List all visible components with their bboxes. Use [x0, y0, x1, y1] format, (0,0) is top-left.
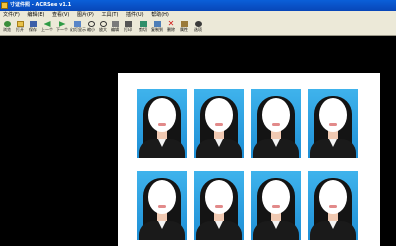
id-photo [137, 171, 187, 240]
previous-button[interactable]: 上一个 [40, 21, 54, 34]
id-photo [194, 89, 244, 158]
toolbar-label: 复制到 [151, 27, 163, 32]
options-button[interactable]: 选项 [191, 21, 205, 34]
id-photo [308, 89, 358, 158]
toolbar-label: 幻灯显示 [70, 27, 86, 32]
save-button[interactable]: 保存 [26, 21, 40, 34]
next-button[interactable]: 下一个 [55, 21, 69, 34]
app-icon [1, 2, 8, 9]
menu-file[interactable]: 文件(F) [3, 11, 20, 20]
toolbar-label: 打开 [16, 27, 24, 32]
menu-help[interactable]: 帮助(H) [151, 11, 169, 20]
id-photo [251, 171, 301, 240]
title-bar[interactable]: 寸证件照 - ACRSee v1.1 [0, 0, 396, 11]
window-title: 寸证件照 - ACRSee v1.1 [10, 2, 72, 8]
toolbar-label: 编辑 [111, 27, 119, 32]
menu-tools[interactable]: 工具(T) [101, 11, 118, 20]
cut-button[interactable]: 剪切 [136, 21, 150, 34]
open-button[interactable]: 打开 [13, 21, 27, 34]
toolbar-label: 选项 [194, 27, 202, 32]
id-photo [251, 89, 301, 158]
edit-button[interactable]: 编辑 [108, 21, 122, 34]
id-photo [308, 171, 358, 240]
menu-plugins[interactable]: 插件(U) [126, 11, 144, 20]
id-photo [194, 171, 244, 240]
toolbar-label: 下一个 [56, 27, 68, 32]
toolbar-label: 删除 [167, 27, 175, 32]
toolbar-label: 浏览 [3, 27, 11, 32]
menu-view[interactable]: 查看(V) [52, 11, 69, 20]
photo-sheet [118, 73, 380, 246]
toolbar-label: 打印 [124, 27, 132, 32]
slideshow-button[interactable]: 幻灯显示 [70, 21, 86, 34]
id-photo [137, 89, 187, 158]
menu-edit[interactable]: 编辑(E) [27, 11, 44, 20]
toolbar-label: 保存 [29, 27, 37, 32]
properties-button[interactable]: 属性 [177, 21, 191, 34]
toolbar-label: 剪切 [139, 27, 147, 32]
menu-image[interactable]: 图片(P) [77, 11, 94, 20]
toolbar-label: 属性 [180, 27, 188, 32]
copy-to-button[interactable]: 复制到 [150, 21, 164, 34]
toolbar-label: 上一个 [41, 27, 53, 32]
print-button[interactable]: 打印 [121, 21, 135, 34]
delete-button[interactable]: ✕ 删除 [164, 20, 178, 34]
toolbar: 浏览 打开 保存 上一个 下一个 幻灯显示 缩小 放大 编辑 打印 剪切 复制到… [0, 20, 396, 36]
browse-button[interactable]: 浏览 [0, 21, 14, 34]
